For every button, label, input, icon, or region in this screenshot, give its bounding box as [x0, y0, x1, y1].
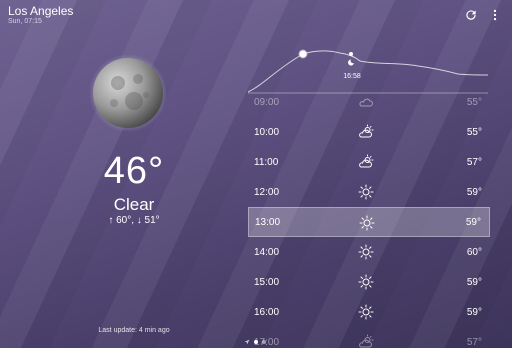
hour-row[interactable]: 10:00 55° [248, 117, 490, 147]
hour-row[interactable]: 09:00 55° [248, 96, 490, 117]
hour-row[interactable]: 11:00 57° [248, 147, 490, 177]
hour-temperature: 57° [466, 156, 482, 168]
sun-icon [358, 184, 374, 200]
hour-temperature: 57° [466, 336, 482, 348]
hour-time: 14:00 [254, 246, 280, 258]
hour-row[interactable]: 17:00 57° [248, 327, 490, 348]
moon-icon [89, 54, 167, 132]
sun-icon [358, 274, 374, 290]
high-low-temperature: ↑ 60°, ↓ 51° [108, 215, 160, 226]
sun-moon-graph: 16:58 [248, 49, 488, 94]
hour-time: 17:00 [254, 336, 280, 348]
sun-icon [358, 304, 374, 320]
top-bar: Los Angeles Sun, 07:15 [0, 0, 512, 30]
hour-row[interactable]: 13:00 59° [248, 207, 490, 237]
cloud-icon [358, 96, 374, 110]
last-update: Last update: 4 min ago [98, 327, 170, 334]
hour-temperature: 59° [466, 306, 482, 318]
hour-temperature: 60° [466, 246, 482, 258]
hour-temperature: 59° [465, 216, 481, 228]
date-time: Sun, 07:15 [8, 18, 42, 25]
partly-cloudy-icon [358, 154, 374, 170]
hour-time: 09:00 [254, 96, 280, 108]
hour-row[interactable]: 16:00 59° [248, 297, 490, 327]
hour-time: 12:00 [254, 186, 280, 198]
partly-cloudy-icon [358, 334, 374, 348]
hour-time: 13:00 [255, 216, 281, 228]
hour-row[interactable]: 14:00 60° [248, 237, 490, 267]
hour-time: 11:00 [254, 156, 279, 168]
sun-icon [358, 244, 374, 260]
current-temperature: 46° [103, 150, 165, 192]
hourly-forecast-list[interactable]: 09:00 55° 10:00 55° 11:00 57° 12:00 59° 13:00 59°… [248, 96, 490, 348]
hour-temperature: 59° [466, 276, 482, 288]
hour-row[interactable]: 15:00 59° [248, 267, 490, 297]
more-vertical-icon[interactable] [490, 8, 500, 22]
hour-time: 16:00 [254, 306, 280, 318]
hour-temperature: 55° [466, 126, 482, 138]
hour-time: 10:00 [254, 126, 280, 138]
hour-row[interactable]: 12:00 59° [248, 177, 490, 207]
refresh-icon[interactable] [464, 8, 478, 22]
current-condition: Clear [113, 195, 155, 214]
hour-time: 15:00 [254, 276, 280, 288]
hour-temperature: 59° [466, 186, 482, 198]
partly-cloudy-icon [358, 124, 374, 140]
sun-icon [359, 215, 375, 231]
moon-marker-icon [348, 59, 354, 66]
graph-marker-label: 16:58 [343, 73, 361, 80]
city-name: Los Angeles [8, 4, 74, 18]
hour-temperature: 55° [466, 96, 482, 108]
